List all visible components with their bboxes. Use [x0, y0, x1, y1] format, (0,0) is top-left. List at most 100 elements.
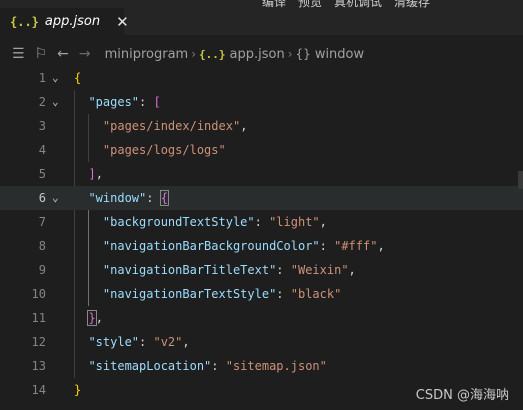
tab-app-json[interactable]: {..} app.json ✕: [0, 8, 129, 35]
code-token: }: [74, 383, 82, 397]
code-token: ,: [95, 311, 103, 325]
code-line[interactable]: 5 ],: [0, 162, 523, 186]
bookmark-icon[interactable]: ⚐: [35, 46, 48, 62]
code-text: },: [74, 306, 103, 330]
breadcrumb: ☰ ⚐ ← → miniprogram › {..} app.json › {}…: [0, 43, 523, 65]
code-text: "style": "v2",: [74, 330, 190, 354]
code-token: :: [276, 263, 291, 277]
line-number: 9: [38, 263, 46, 277]
breadcrumb-symbol[interactable]: window: [315, 47, 364, 62]
code-text: "pages/logs/logs": [74, 138, 226, 162]
tab-label: app.json: [44, 14, 101, 29]
back-arrow-icon[interactable]: ←: [57, 46, 69, 62]
watermark: CSDN @海海呐: [415, 388, 509, 403]
code-text: {: [74, 66, 81, 90]
code-token: ,: [95, 167, 103, 181]
code-text: "navigationBarBackgroundColor": "#fff",: [74, 234, 385, 258]
code-line[interactable]: 4 "pages/logs/logs": [0, 138, 523, 162]
code-token: "pages/index/index": [102, 119, 241, 133]
json-file-icon: {..}: [199, 47, 226, 61]
code-line[interactable]: 12 "style": "v2",: [0, 330, 523, 354]
code-line[interactable]: 1 ⌄ {: [0, 66, 523, 90]
code-line[interactable]: 9 "navigationBarTitleText": "Weixin",: [0, 258, 523, 282]
code-editor[interactable]: 1 ⌄{2 ⌄ "pages": [3 "pages/index/index", 4 …: [0, 66, 523, 410]
line-number: 12: [31, 335, 46, 349]
code-token: ,: [182, 335, 190, 349]
json-file-icon: {..}: [10, 14, 39, 29]
code-token: ,: [377, 239, 385, 253]
code-token: ,: [240, 119, 248, 133]
code-token: "sitemapLocation": [88, 359, 212, 373]
line-number: 3: [38, 119, 46, 133]
line-number: 8: [38, 239, 46, 253]
code-token: ,: [319, 215, 327, 229]
toolbar-label[interactable]: 编译: [262, 0, 286, 8]
code-token: :: [139, 95, 154, 109]
line-number: 11: [31, 311, 46, 325]
code-token: :: [146, 191, 161, 205]
code-text: "navigationBarTextStyle": "black": [74, 282, 341, 306]
toolbar-label[interactable]: 清缓存: [394, 0, 430, 8]
fold-chevron-icon[interactable]: ⌄: [52, 186, 59, 210]
code-token: ]: [88, 167, 96, 181]
toolbar-label[interactable]: 预览: [298, 0, 322, 8]
code-token: :: [254, 215, 270, 229]
code-token: "navigationBarTitleText": [102, 263, 277, 277]
code-line[interactable]: 3 "pages/index/index",: [0, 114, 523, 138]
toolbar-strip: 编译 预览 真机调试 清缓存: [250, 0, 523, 8]
fold-chevron-icon[interactable]: ⌄: [52, 90, 59, 114]
breadcrumb-file[interactable]: app.json: [230, 47, 285, 62]
code-token: {: [159, 190, 169, 206]
code-text: }: [74, 378, 81, 402]
code-line[interactable]: 2 ⌄ "pages": [: [0, 90, 523, 114]
toolbar-label[interactable]: 真机调试: [334, 0, 382, 8]
close-icon[interactable]: ✕: [116, 13, 129, 31]
line-number: 4: [38, 143, 46, 157]
code-line[interactable]: 13 "sitemapLocation": "sitemap.json": [0, 354, 523, 378]
code-token: "navigationBarBackgroundColor": [102, 239, 320, 253]
list-icon[interactable]: ☰: [12, 46, 25, 62]
code-line[interactable]: 7 "backgroundTextStyle": "light",: [0, 210, 523, 234]
code-token: "window": [88, 191, 147, 205]
code-token: "black": [290, 287, 342, 301]
code-token: "light": [269, 215, 320, 229]
code-line[interactable]: 10 "navigationBarTextStyle": "black": [0, 282, 523, 306]
line-number: 10: [31, 287, 46, 301]
code-line[interactable]: 11 },: [0, 306, 523, 330]
code-token: "Weixin": [290, 263, 349, 277]
object-symbol-icon: {}: [295, 47, 311, 61]
line-number: 5: [38, 167, 46, 181]
chevron-right-icon: ›: [287, 47, 293, 61]
code-token: :: [139, 335, 154, 349]
code-line[interactable]: 6 ⌄ "window": {: [0, 186, 523, 210]
code-token: "navigationBarTextStyle": [102, 287, 277, 301]
code-token: "sitemap.json": [225, 359, 327, 373]
line-number: 6: [38, 191, 46, 205]
code-token: "v2": [153, 335, 183, 349]
line-number: 14: [31, 383, 46, 397]
code-line[interactable]: 8 "navigationBarBackgroundColor": "#fff"…: [0, 234, 523, 258]
code-token: }: [87, 310, 97, 326]
line-number: 13: [31, 359, 46, 373]
scrollbar-marker[interactable]: [518, 171, 523, 189]
line-number: 7: [38, 215, 46, 229]
code-text: ],: [74, 162, 103, 186]
code-token: :: [211, 359, 226, 373]
tab-bar: 编译 预览 真机调试 清缓存 {..} app.json ✕: [0, 0, 523, 35]
fold-chevron-icon[interactable]: ⌄: [52, 66, 59, 90]
code-token: [: [153, 95, 161, 109]
code-text: "pages": [: [74, 90, 161, 114]
code-text: "sitemapLocation": "sitemap.json": [74, 354, 327, 378]
code-token: "backgroundTextStyle": [102, 215, 255, 229]
forward-arrow-icon[interactable]: →: [79, 46, 91, 62]
breadcrumb-folder[interactable]: miniprogram: [105, 47, 189, 62]
code-token: "style": [88, 335, 140, 349]
